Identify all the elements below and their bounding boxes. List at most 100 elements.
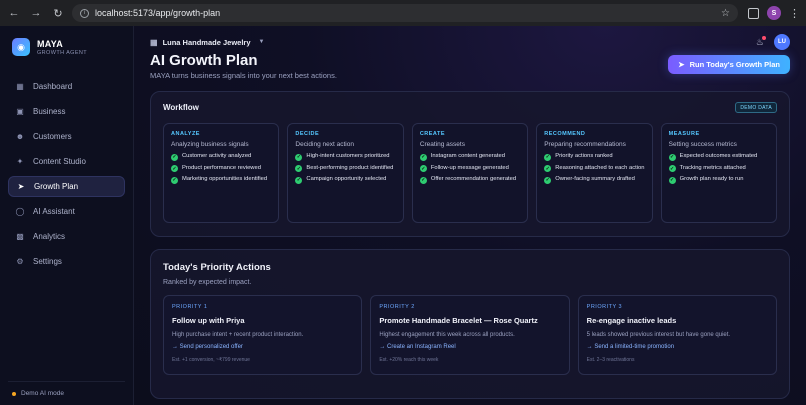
sidebar-item-customers[interactable]: ☻ Customers — [8, 126, 125, 147]
back-icon[interactable]: ← — [6, 5, 22, 21]
sidebar-item-content-studio[interactable]: ✦ Content Studio — [8, 151, 125, 172]
org-name: Luna Handmade Jewelry — [162, 37, 251, 47]
task-label: Marketing opportunities identified — [182, 176, 268, 183]
task-label: Instagram content generated — [430, 153, 505, 159]
stage-tag: ANALYZE — [171, 131, 200, 137]
stage-task: ✓ Tracking metrics attached — [668, 165, 769, 173]
page-subtitle: MAYA turns business signals into your ne… — [150, 71, 337, 80]
stage-title: Creating assets — [419, 141, 465, 148]
task-label: Priority actions ranked — [555, 153, 613, 159]
priority-title: Today's Priority Actions — [163, 262, 271, 273]
priority-action-link[interactable]: → Send personalized offer — [172, 344, 353, 350]
workflow-card: Workflow DEMO DATA ANALYZE Analyzing busi… — [150, 91, 790, 237]
page-header: AI Growth Plan MAYA turns business signa… — [134, 52, 806, 91]
stage-task: ✓ Offer recommendation generated — [419, 176, 520, 184]
sidebar-item-label: Growth Plan — [34, 182, 79, 191]
priority-card-1: PRIORITY 1 Follow up with Priya High purch… — [163, 295, 363, 375]
task-label: Best-performing product identified — [306, 164, 394, 171]
url-text: localhost:5173/app/growth-plan — [95, 8, 221, 18]
browser-toolbar: ← → ↻ i localhost:5173/app/growth-plan ☆… — [0, 0, 806, 26]
sidebar-item-analytics[interactable]: ▩ Analytics — [8, 226, 125, 247]
rocket-icon: ➤ — [678, 60, 685, 69]
stage-task: ✓ Reasoning attached to each action — [544, 164, 645, 173]
avatar[interactable]: LU — [774, 34, 790, 50]
sidebar-item-settings[interactable]: ⚙ Settings — [8, 251, 125, 272]
stage-task: ✓ Instagram content generated — [419, 153, 520, 161]
demo-mode-label: Demo AI mode — [21, 390, 64, 397]
priority-description: Highest engagement this week across all … — [379, 332, 515, 338]
address-bar[interactable]: i localhost:5173/app/growth-plan ☆ — [72, 4, 738, 22]
bookmark-star-icon[interactable]: ☆ — [721, 8, 730, 19]
stage-task: ✓ Best-performing product identified — [295, 165, 395, 173]
priority-description: High purchase intent + recent product in… — [172, 332, 304, 338]
chart-icon: ▩ — [16, 232, 24, 241]
stage-task: ✓ Owner-facing summary drafted — [544, 176, 644, 184]
stage-tag: RECOMMEND — [544, 131, 586, 137]
sidebar: ◉ MAYA GROWTH AGENT ▦ Dashboard ▣ Busine… — [0, 26, 134, 405]
stage-title: Preparing recommendations — [544, 141, 626, 148]
run-growth-plan-button[interactable]: ➤ Run Today's Growth Plan — [668, 55, 790, 74]
priority-subtitle: Ranked by expected impact. — [163, 279, 252, 286]
forward-icon[interactable]: → — [28, 5, 44, 21]
stage-task: ✓ Campaign opportunity selected — [295, 176, 395, 184]
stage-tag: MEASURE — [668, 131, 700, 137]
priority-card-3: PRIORITY 3 Re-engage inactive leads 5 lead… — [577, 295, 777, 375]
browser-menu-icon[interactable]: ⋮ — [789, 7, 800, 20]
demo-mode-indicator: Demo AI mode — [8, 381, 125, 397]
sidebar-nav: ▦ Dashboard ▣ Business ☻ Customers ✦ Con… — [8, 76, 125, 272]
task-label: Offer recommendation generated — [430, 176, 517, 183]
check-circle-icon: ✓ — [419, 176, 427, 184]
sidebar-item-label: Customers — [33, 132, 72, 141]
briefcase-icon: ▣ — [16, 107, 24, 116]
workflow-stage-recommend: RECOMMEND Preparing recommendations ✓ Prior… — [536, 123, 653, 223]
brand[interactable]: ◉ MAYA GROWTH AGENT — [8, 38, 125, 56]
stage-tag: CREATE — [419, 131, 446, 137]
workflow-stage-measure: MEASURE Setting success metrics ✓ Expected … — [660, 123, 778, 223]
bell-icon[interactable]: ♨ — [756, 35, 767, 48]
check-circle-icon: ✓ — [171, 153, 178, 161]
check-circle-icon: ✓ — [668, 165, 676, 173]
check-circle-icon: ✓ — [419, 153, 427, 161]
page-title: AI Growth Plan — [150, 52, 258, 69]
stage-task: ✓ Product performance reviewed — [171, 165, 271, 173]
sidebar-item-business[interactable]: ▣ Business — [8, 101, 125, 122]
profile-avatar[interactable]: S — [767, 6, 781, 20]
priority-tag: PRIORITY 3 — [586, 304, 623, 310]
check-circle-icon: ✓ — [668, 176, 676, 184]
stage-title: Setting success metrics — [668, 141, 737, 148]
reload-icon[interactable]: ↻ — [50, 5, 66, 21]
sidebar-item-dashboard[interactable]: ▦ Dashboard — [8, 76, 125, 97]
chat-icon: ◯ — [15, 207, 25, 216]
task-label: Reasoning attached to each action — [555, 164, 645, 171]
sidebar-item-ai-assistant[interactable]: ◯ AI Assistant — [8, 201, 125, 222]
site-info-icon[interactable]: i — [80, 8, 89, 18]
sidebar-item-growth-plan[interactable]: ➤ Growth Plan — [8, 176, 125, 197]
org-switcher[interactable]: ▦ Luna Handmade Jewelry ▼ — [150, 38, 264, 47]
priority-action-link[interactable]: → Send a limited-time promotion — [587, 344, 768, 350]
users-icon: ☻ — [15, 132, 25, 141]
stage-task: ✓ Customer activity analyzed — [171, 153, 271, 161]
sparkle-icon: ✦ — [16, 157, 24, 166]
priority-description: 5 leads showed previous interest but hav… — [586, 332, 731, 338]
check-circle-icon: ✓ — [295, 165, 303, 173]
extensions-icon[interactable] — [748, 7, 759, 19]
task-label: High-intent customers prioritized — [306, 153, 390, 159]
sidebar-item-label: Settings — [33, 257, 62, 266]
stage-task: ✓ Follow-up message generated — [419, 165, 520, 173]
check-circle-icon: ✓ — [171, 176, 178, 184]
priority-estimate: Est. +20% reach this week — [379, 357, 439, 363]
stage-title: Deciding next action — [295, 141, 354, 148]
sidebar-item-label: Dashboard — [33, 82, 73, 91]
check-circle-icon: ✓ — [544, 153, 552, 161]
check-circle-icon: ✓ — [295, 153, 303, 161]
stage-task: ✓ Expected outcomes estimated — [668, 153, 769, 161]
stage-title: Analyzing business signals — [171, 141, 249, 148]
demo-data-badge: DEMO DATA — [735, 102, 777, 113]
task-label: Product performance reviewed — [182, 164, 261, 171]
priority-action-link[interactable]: → Create an Instagram Reel — [379, 344, 560, 350]
priority-tag: PRIORITY 1 — [172, 304, 208, 310]
status-dot-icon — [12, 391, 16, 396]
priority-estimate: Est. +1 conversion, ~₹799 revenue — [172, 357, 250, 363]
workflow-title: Workflow — [163, 103, 199, 112]
brand-name: MAYA — [37, 38, 64, 49]
